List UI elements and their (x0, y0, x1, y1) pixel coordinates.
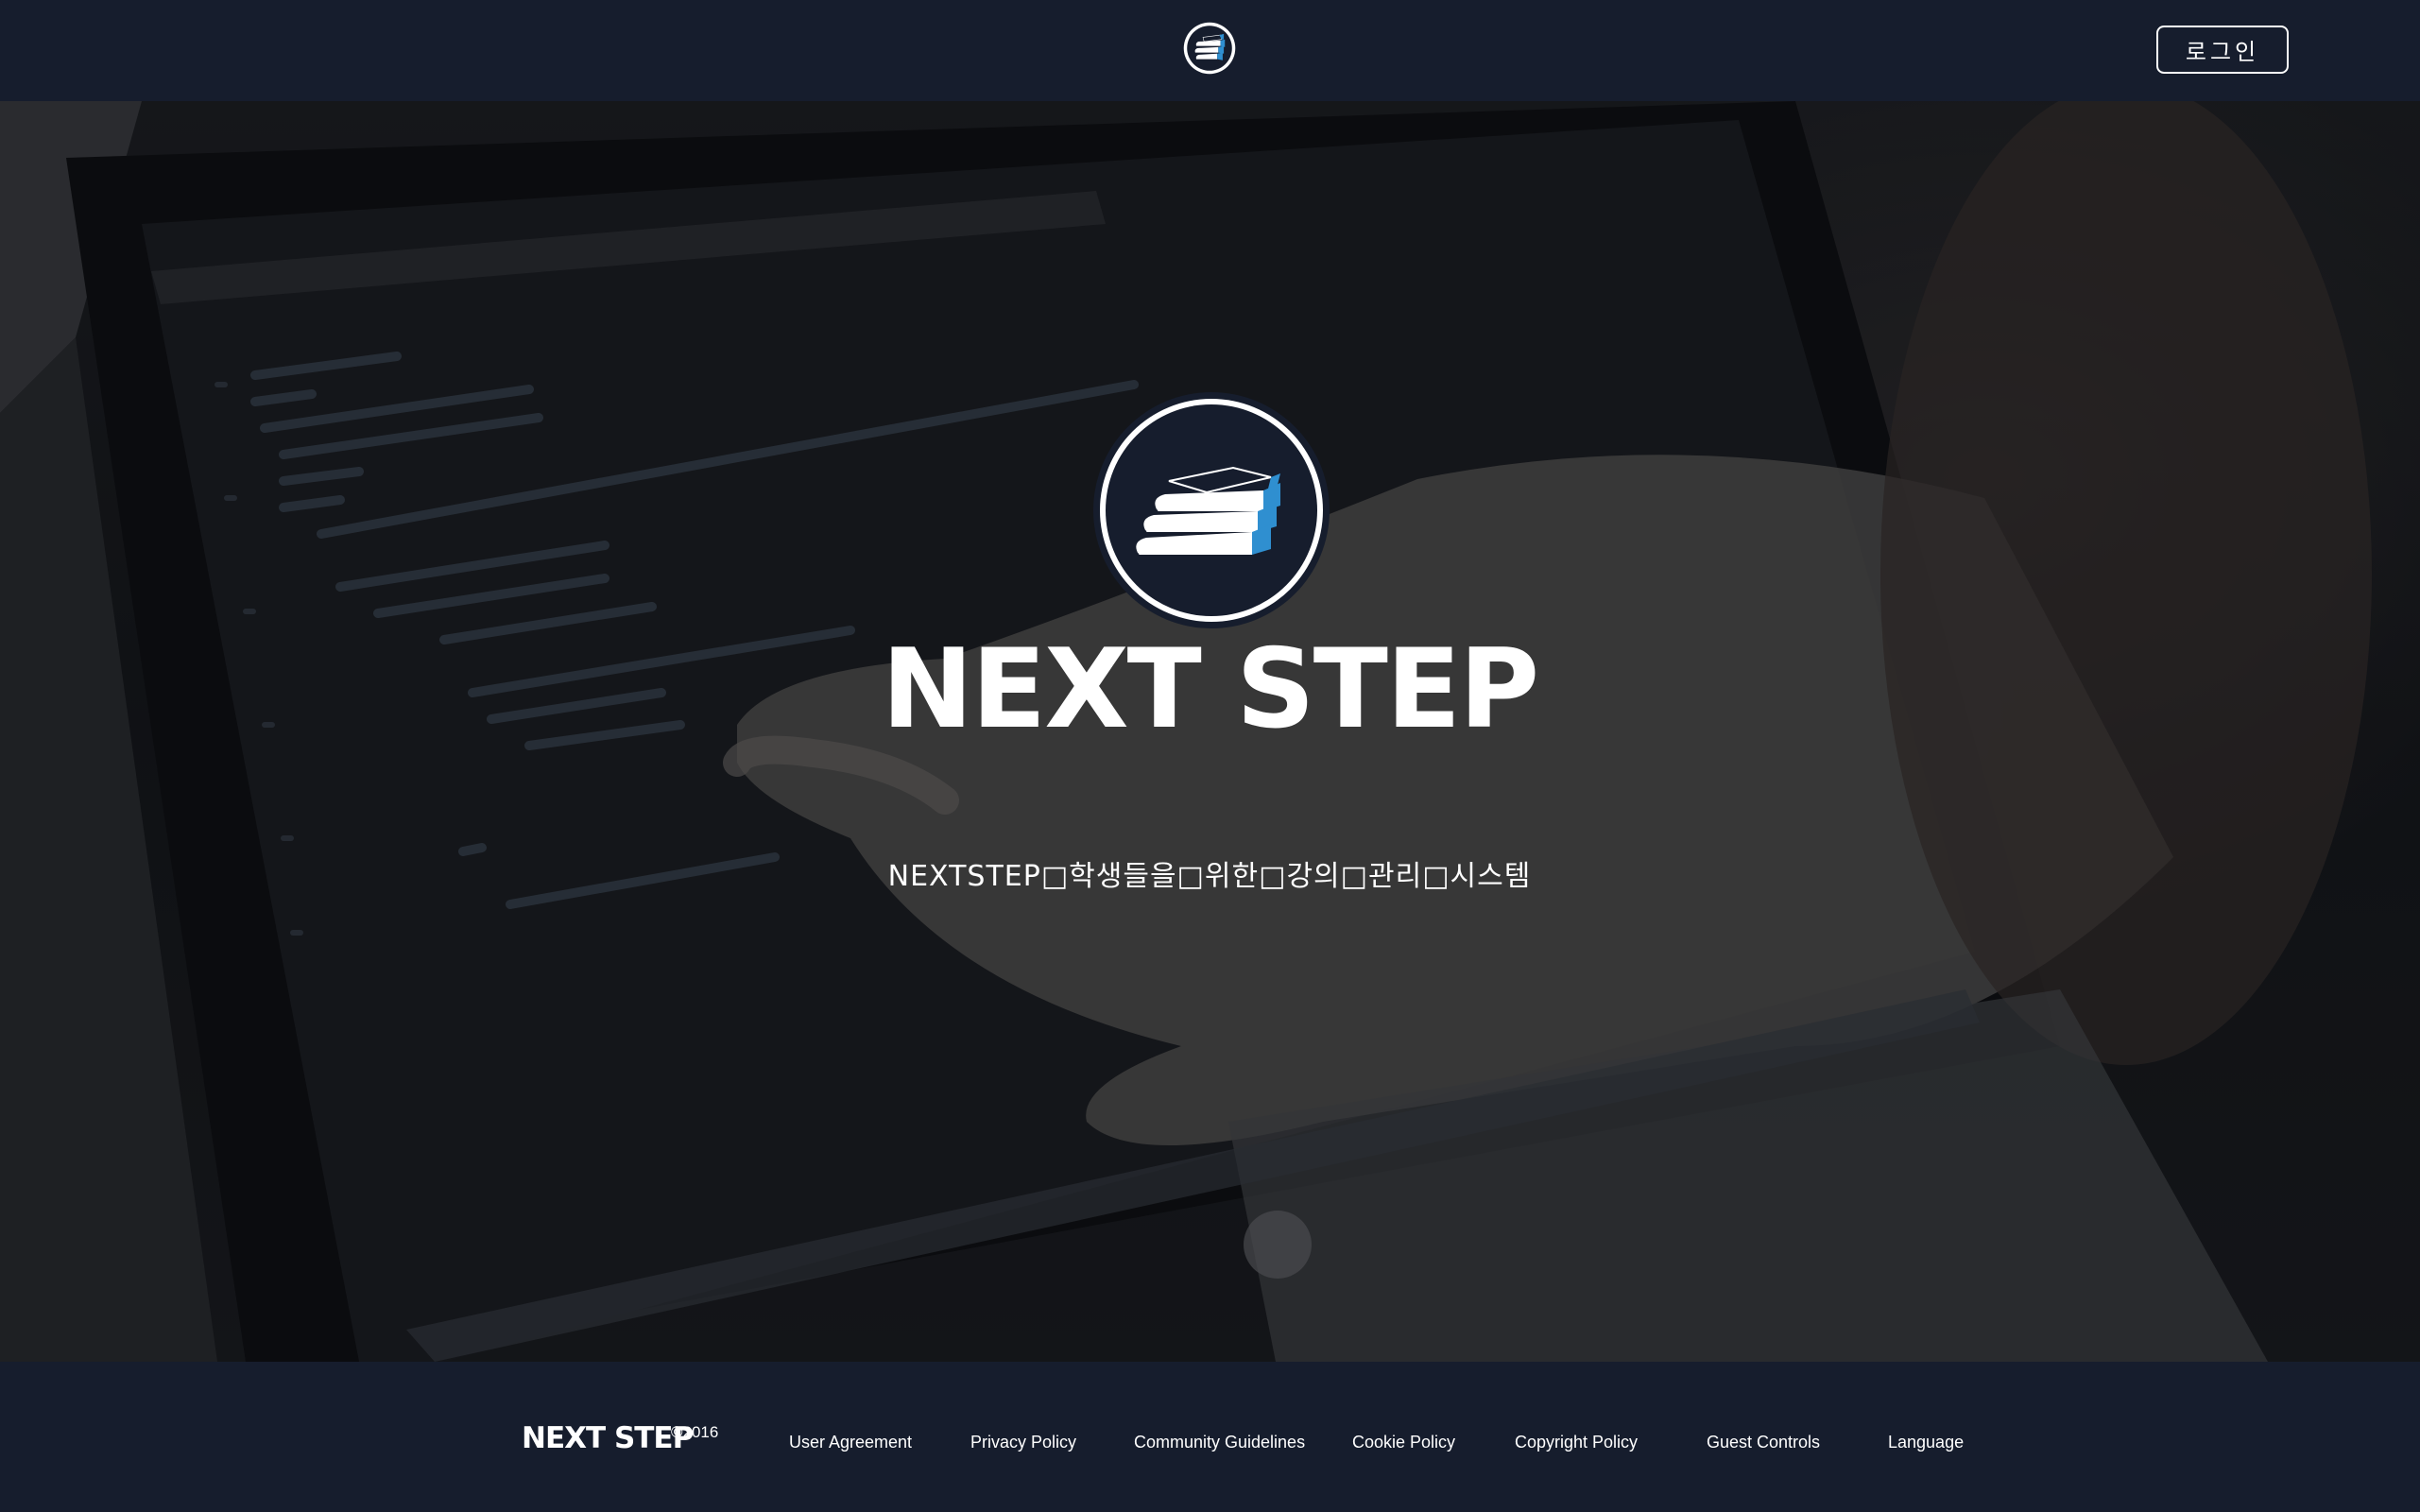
hero-brand-title: NEXT STEP (881, 626, 1539, 753)
footer-copyright: ©2016 (671, 1423, 719, 1441)
book-stack-logo-icon (1093, 392, 1330, 628)
footer-link-user-agreement[interactable]: User Agreement (789, 1433, 912, 1452)
hero-subtitle: NEXTSTEP□학생들을□위한□강의□관리□시스템 (887, 860, 1532, 893)
footer-brand: NEXT STEP (522, 1421, 694, 1455)
footer-link-guest-controls[interactable]: Guest Controls (1707, 1433, 1820, 1452)
footer-link-language[interactable]: Language (1888, 1433, 1964, 1452)
book-stack-logo-icon[interactable] (1182, 21, 1237, 76)
top-bar: 로그인 (0, 0, 2420, 101)
footer-link-copyright-policy[interactable]: Copyright Policy (1515, 1433, 1638, 1452)
footer-link-community-guidelines[interactable]: Community Guidelines (1134, 1433, 1305, 1452)
footer-link-cookie-policy[interactable]: Cookie Policy (1352, 1433, 1455, 1452)
login-button[interactable]: 로그인 (2156, 26, 2289, 74)
footer-link-privacy-policy[interactable]: Privacy Policy (970, 1433, 1076, 1452)
